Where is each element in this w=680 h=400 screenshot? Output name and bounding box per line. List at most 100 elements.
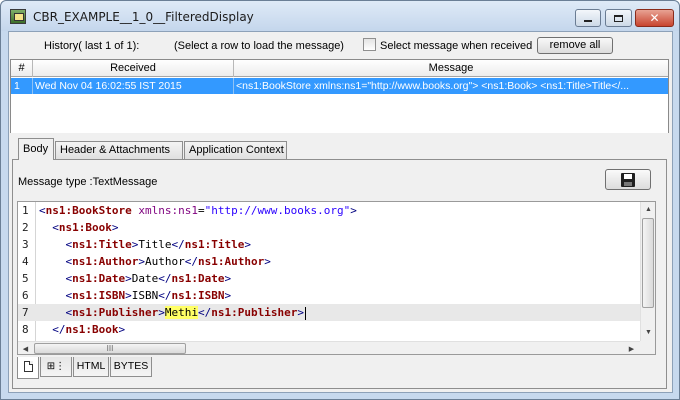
document-icon xyxy=(23,361,33,372)
angle-bracket: </ xyxy=(158,289,172,302)
editor-line[interactable]: 7 <ns1:Publisher>Methi</ns1:Publisher> xyxy=(18,304,640,321)
scroll-corner xyxy=(640,341,655,354)
xml-text-content: Author xyxy=(144,255,185,268)
minimize-button[interactable] xyxy=(575,9,601,27)
horizontal-scroll-thumb[interactable]: III xyxy=(34,343,186,354)
vertical-scrollbar[interactable]: ▲ ▼ xyxy=(640,202,655,341)
application-icon xyxy=(10,9,26,24)
angle-bracket: </ xyxy=(197,306,212,319)
select-on-receive-label[interactable]: Select message when received xyxy=(380,40,532,52)
remove-all-button[interactable]: remove all xyxy=(537,37,613,54)
angle-bracket: > xyxy=(224,272,232,285)
line-number: 3 xyxy=(22,238,29,251)
column-header-number[interactable]: # xyxy=(11,60,33,77)
xml-attribute-name: xmlns:ns1 xyxy=(138,204,198,217)
line-number: 8 xyxy=(22,323,29,336)
maximize-icon xyxy=(614,14,623,22)
tab-bytes-view[interactable]: BYTES xyxy=(110,357,152,377)
row-number-cell: 1 xyxy=(11,78,33,94)
angle-bracket: </ xyxy=(52,323,66,336)
xml-tag-name: ns1:Book xyxy=(65,323,119,336)
tab-body[interactable]: Body xyxy=(18,138,54,160)
minimize-icon xyxy=(584,20,592,22)
line-number: 2 xyxy=(22,221,29,234)
angle-bracket: < xyxy=(52,221,59,234)
xml-tag-name: ns1:ISBN xyxy=(72,289,126,302)
tab-application-context[interactable]: Application Context xyxy=(184,141,287,160)
scroll-up-icon[interactable]: ▲ xyxy=(642,203,655,216)
xml-tag-name: ns1:Title xyxy=(72,238,132,251)
table-row[interactable]: 1 Wed Nov 04 16:02:55 IST 2015 <ns1:Book… xyxy=(11,78,668,94)
angle-bracket: > xyxy=(158,306,165,319)
client-area: History( last 1 of 1): (Select a row to … xyxy=(8,31,673,393)
column-header-message[interactable]: Message xyxy=(234,60,668,77)
editor-line[interactable]: 3 <ns1:Title>Title</ns1:Title> xyxy=(18,236,640,253)
line-code: <ns1:Publisher>Methi</ns1:Publisher> xyxy=(39,304,306,321)
maximize-button[interactable] xyxy=(605,9,632,27)
angle-bracket: > xyxy=(224,289,232,302)
angle-bracket: </ xyxy=(184,255,198,268)
close-button[interactable]: ✕ xyxy=(635,9,674,27)
scroll-left-icon[interactable]: ◀ xyxy=(19,342,32,354)
table-header: # Received Message xyxy=(11,60,668,77)
angle-bracket: </ xyxy=(158,272,172,285)
xml-tag-name: ns1:BookStore xyxy=(45,204,132,217)
horizontal-scrollbar[interactable]: ◀ III ▶ xyxy=(18,341,640,354)
tab-header-attachments[interactable]: Header & Attachments xyxy=(55,141,183,160)
scroll-right-icon[interactable]: ▶ xyxy=(625,342,638,354)
xml-tag-name: ns1:ISBN xyxy=(171,289,225,302)
line-code: </ns1:Book> xyxy=(39,321,125,338)
line-code: <ns1:BookStore xmlns:ns1="http://www.boo… xyxy=(39,202,357,219)
editor-line[interactable]: 5 <ns1:Date>Date</ns1:Date> xyxy=(18,270,640,287)
angle-bracket: > xyxy=(264,255,271,268)
angle-bracket: < xyxy=(39,204,46,217)
editor-line[interactable]: 1 <ns1:BookStore xmlns:ns1="http://www.bo… xyxy=(18,202,640,219)
window-title: CBR_EXAMPLE__1_0__FilteredDisplay xyxy=(33,10,254,24)
history-label: History( last 1 of 1): xyxy=(44,40,140,52)
editor-line[interactable]: 4 <ns1:Author>Author</ns1:Author> xyxy=(18,253,640,270)
xml-text-content: ISBN xyxy=(131,289,159,302)
editor-line[interactable]: 8 </ns1:Book> xyxy=(18,321,640,338)
select-on-receive-checkbox[interactable] xyxy=(363,38,376,51)
tab-tree-view[interactable]: ⊞⋮ xyxy=(40,357,72,377)
angle-bracket: > xyxy=(350,204,357,217)
angle-bracket: > xyxy=(125,272,132,285)
text-caret xyxy=(304,306,306,320)
save-button[interactable] xyxy=(605,169,651,190)
line-number: 5 xyxy=(22,272,29,285)
line-code: <ns1:Date>Date</ns1:Date> xyxy=(39,270,232,287)
xml-tag-name: ns1:Publisher xyxy=(211,306,298,319)
angle-bracket: > xyxy=(244,238,251,251)
scroll-down-icon[interactable]: ▼ xyxy=(642,326,655,339)
column-header-received[interactable]: Received xyxy=(33,60,234,77)
angle-bracket: > xyxy=(125,289,132,302)
body-tab-pane: Message type :TextMessage 1 <ns1:BookStor… xyxy=(12,159,667,389)
line-code: <ns1:Book> xyxy=(39,219,118,236)
app-window: CBR_EXAMPLE__1_0__FilteredDisplay ✕ Hist… xyxy=(0,0,680,400)
vertical-scroll-thumb[interactable] xyxy=(642,218,654,308)
xml-text-content: Date xyxy=(131,272,159,285)
tab-text-view[interactable] xyxy=(17,357,39,379)
angle-bracket: > xyxy=(111,221,119,234)
xml-tag-name: ns1:Book xyxy=(58,221,112,234)
floppy-disk-icon xyxy=(621,172,635,187)
close-icon: ✕ xyxy=(649,11,660,25)
xml-text-content: Methi xyxy=(164,306,198,319)
equals-sign: = xyxy=(197,204,205,217)
line-number: 6 xyxy=(22,289,29,302)
editor-line[interactable]: 6 <ns1:ISBN>ISBN</ns1:ISBN> xyxy=(18,287,640,304)
xml-text-content: Title xyxy=(138,238,172,251)
message-panel: Body Header & Attachments Application Co… xyxy=(10,133,671,392)
editor-line[interactable]: 2 <ns1:Book> xyxy=(18,219,640,236)
title-bar[interactable]: CBR_EXAMPLE__1_0__FilteredDisplay ✕ xyxy=(1,1,679,31)
xml-editor[interactable]: 1 <ns1:BookStore xmlns:ns1="http://www.bo… xyxy=(17,201,656,355)
history-hint: (Select a row to load the message) xyxy=(174,40,344,52)
tab-html-view[interactable]: HTML xyxy=(73,357,109,377)
line-code: <ns1:Author>Author</ns1:Author> xyxy=(39,253,271,270)
history-bar: History( last 1 of 1): (Select a row to … xyxy=(9,32,672,58)
